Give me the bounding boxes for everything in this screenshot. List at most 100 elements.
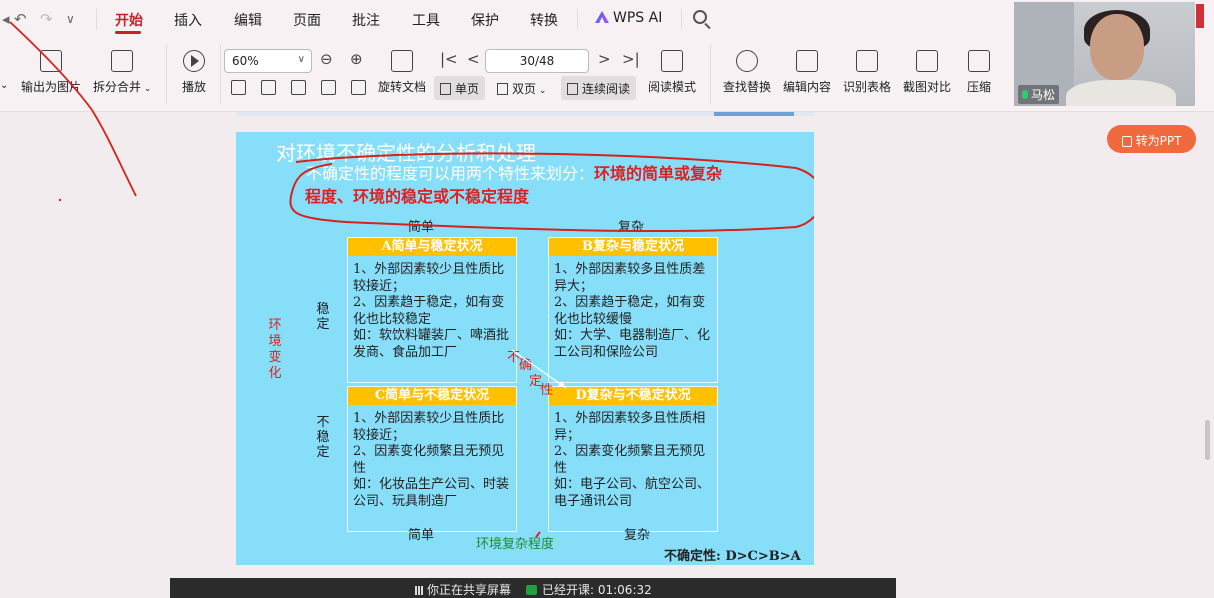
uncertainty-arrow [511,349,567,389]
export-image-button[interactable]: 输出为图片 [21,50,81,95]
recognize-table-label: 识别表格 [843,80,892,94]
table-icon [856,50,878,72]
sharing-text: 你正在共享屏幕 [427,583,512,597]
chevron-down-icon: ⌄ [141,84,152,94]
find-icon [736,50,758,72]
divider [220,44,221,104]
slide-page: 对环境不确定性的分析和处理 不确定性的程度可以用两个特性来划分：环境的简单或复杂… [236,132,814,565]
zoom-out-icon[interactable]: ⊖ [320,50,333,68]
screen-share-bar: 你正在共享屏幕 已经开课: 01:06:32 [170,578,896,598]
tab-convert[interactable]: 转换 [530,10,558,30]
wps-ai-logo-icon [595,11,609,23]
double-page-icon [497,83,508,95]
double-page-label: 双页 [512,82,537,96]
read-mode-label: 阅读模式 [648,80,697,94]
rotate-right-icon[interactable] [351,80,366,95]
vertical-scrollbar[interactable] [1205,420,1210,460]
divider [681,9,682,29]
page-indicator: 30/48 [519,54,555,68]
slide-annotations [289,152,814,538]
rotate-doc-icon [391,50,413,72]
find-replace-button[interactable]: 查找替换 [723,50,771,95]
divider [577,9,578,29]
recording-icon [526,585,537,595]
actual-size-icon[interactable] [231,80,246,95]
tab-protect[interactable]: 保护 [471,10,499,30]
zoom-select[interactable]: 60% ∨ [224,49,312,73]
tab-tools[interactable]: 工具 [412,10,440,30]
find-replace-label: 查找替换 [723,80,772,94]
previous-page-edge [236,112,814,116]
image-export-icon [40,50,62,72]
chevron-down-icon[interactable]: ∨ [66,12,75,26]
screenshot-compare-label: 截图对比 [903,80,952,94]
chevron-down-icon: ∨ [297,54,305,65]
fit-page-icon[interactable] [261,80,276,95]
convert-to-ppt-label: 转为PPT [1135,134,1182,148]
active-tab-indicator [115,31,141,34]
wps-ai-button[interactable]: WPS AI [595,10,662,26]
zoom-in-icon[interactable]: ⊕ [350,50,363,68]
red-ink-mark [535,531,541,538]
save-icon[interactable]: ◂ [2,10,10,28]
participant-name: 马松 [1031,88,1056,102]
window-control[interactable] [1196,4,1204,28]
rotate-doc-button[interactable]: 旋转文档 [378,50,426,95]
zoom-value: 60% [232,54,259,68]
participant-video[interactable]: 马松 [1014,2,1195,106]
rotate-left-icon[interactable] [321,80,336,95]
wps-ai-label: WPS AI [613,10,663,26]
split-merge-label: 拆分合并 [93,80,142,94]
page-number-input[interactable]: 30/48 [485,49,589,73]
class-started-text: 已经开课: 01:06:32 [542,583,652,597]
play-button[interactable]: 播放 [182,50,206,95]
continuous-read-toggle[interactable]: 连续阅读 [561,76,637,100]
compress-button[interactable]: 压缩 [967,50,991,95]
convert-to-ppt-button[interactable]: 转为PPT [1107,125,1196,153]
tab-home[interactable]: 开始 [115,10,143,30]
divider [710,44,711,104]
fit-width-icon[interactable] [291,80,306,95]
chevron-down-icon[interactable]: ⌄ [0,80,8,91]
double-page-toggle[interactable]: 双页 ⌄ [491,76,552,100]
edit-content-button[interactable]: 编辑内容 [783,50,831,95]
tab-annotate[interactable]: 批注 [352,10,380,30]
tab-edit[interactable]: 编辑 [234,10,262,30]
play-label: 播放 [182,80,207,94]
tab-insert[interactable]: 插入 [174,10,202,30]
single-page-label: 单页 [455,82,480,96]
split-merge-icon [111,50,134,72]
participant-name-tag: 马松 [1018,85,1060,104]
single-page-toggle[interactable]: 单页 [434,76,486,100]
compare-icon [916,50,938,72]
recognize-table-button[interactable]: 识别表格 [843,50,891,95]
divider [166,44,167,104]
divider [96,9,97,29]
undo-icon[interactable]: ↶ [14,10,27,28]
last-page-icon[interactable]: >| [622,50,640,68]
compress-label: 压缩 [967,80,992,94]
split-merge-button[interactable]: 拆分合并 ⌄ [93,50,151,95]
tab-page[interactable]: 页面 [293,10,321,30]
mic-icon [1022,90,1028,99]
participant-face [1090,14,1144,80]
rotate-doc-label: 旋转文档 [378,80,427,94]
prev-page-icon[interactable]: < [467,50,480,68]
next-page-icon[interactable]: > [598,50,611,68]
first-page-icon[interactable]: |< [440,50,458,68]
arrowhead [558,381,566,388]
book-icon [661,50,683,72]
signal-icon [415,586,423,595]
compress-icon [968,50,990,72]
search-icon[interactable] [693,10,707,24]
sharing-status: 你正在共享屏幕 [415,581,511,598]
play-icon [183,50,205,72]
screenshot-compare-button[interactable]: 截图对比 [903,50,951,95]
read-mode-button[interactable]: 阅读模式 [648,50,696,95]
export-image-label: 输出为图片 [21,80,82,94]
redo-icon[interactable]: ↷ [40,10,53,28]
continuous-read-label: 连续阅读 [582,82,631,96]
participant-shoulders [1066,80,1176,106]
class-timer: 已经开课: 01:06:32 [526,581,652,598]
ppt-icon [1121,136,1132,147]
